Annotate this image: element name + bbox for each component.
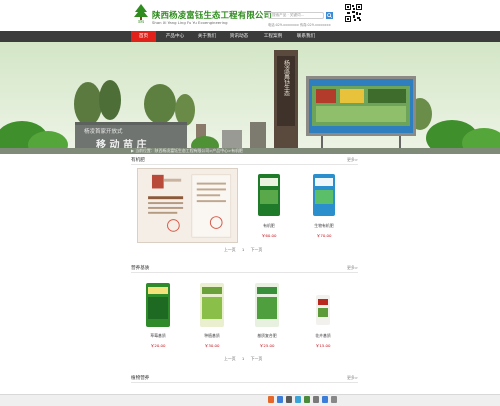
product-price: ￥30.00 (204, 343, 220, 348)
product-price: ￥20.00 (150, 343, 166, 348)
text-icon[interactable] (277, 396, 283, 403)
nav-item-products[interactable]: 产品中心 (160, 31, 190, 42)
section-head-nutrition: 植物营养 更多> (131, 375, 358, 385)
section-title-text: 有机肥 (131, 158, 145, 163)
skin-icon[interactable] (322, 396, 328, 403)
sign-text: 杨凌富钰生态 (283, 59, 290, 96)
main-nav: 首页 产品中心 关于我们 资讯动态 工程案例 联系我们 (0, 31, 500, 42)
search-input[interactable]: 搜索产品 · 关键词... (268, 12, 324, 19)
section-title: 有机肥 (131, 157, 145, 163)
qr-code-icon (345, 4, 362, 22)
prev-page-link[interactable]: 上一页 (224, 356, 236, 361)
section-title-text: 植物营养 (131, 376, 150, 381)
product-bag-image[interactable] (304, 170, 344, 218)
nav-item-home[interactable]: 首页 (131, 31, 156, 42)
next-page-link[interactable]: 下一页 (251, 356, 263, 361)
section-title: 植物营养 (131, 375, 149, 381)
product-price: ￥25.00 (259, 343, 275, 348)
product-name[interactable]: 草莓基质 (138, 333, 178, 339)
product-bag-image[interactable] (192, 281, 232, 329)
nav-item-about[interactable]: 关于我们 (194, 31, 220, 42)
breadcrumb: ▶ 当前位置：陕西杨凌富钰生态工程有限公司>产品中心>有机肥 (131, 148, 243, 153)
section-divider (131, 272, 358, 273)
contact-phone: 电话:029-xxxxxxxx 传真:029-xxxxxxxx (268, 23, 331, 27)
pagination: 上一页 1 下一页 (224, 356, 267, 362)
section-head-organic: 有机肥 更多> (131, 157, 358, 167)
sogou-s-icon[interactable] (268, 396, 274, 403)
moon-icon[interactable] (286, 396, 292, 403)
page-number-link[interactable]: 1 (242, 247, 244, 252)
more-link[interactable]: 更多> (347, 375, 358, 381)
mic-icon[interactable] (295, 396, 301, 403)
settings-icon[interactable] (331, 396, 337, 403)
product-bag-image[interactable] (247, 281, 287, 329)
search-icon[interactable] (326, 12, 333, 19)
product-price: ￥15.00 (315, 343, 331, 348)
menu-icon[interactable] (313, 396, 319, 403)
section-head-substrate: 营养基质 更多> (131, 265, 358, 275)
product-price: ￥60.00 (261, 233, 277, 238)
section-divider (131, 164, 358, 165)
nav-item-cases[interactable]: 工程案例 (260, 31, 286, 42)
nav-item-contact[interactable]: 联系我们 (293, 31, 319, 42)
more-link[interactable]: 更多> (347, 265, 358, 271)
section-divider (131, 382, 358, 383)
nav-item-news[interactable]: 资讯动态 (226, 31, 252, 42)
next-page-link[interactable]: 下一页 (251, 247, 263, 252)
product-price: ￥70.00 (316, 233, 332, 238)
section-title: 营养基质 (131, 265, 149, 271)
product-name[interactable]: 生物有机肥 (304, 223, 344, 229)
product-name[interactable]: 种植基质 (192, 333, 232, 339)
product-name[interactable]: 有机肥 (249, 223, 289, 229)
logo-text: 富钰 (138, 19, 144, 23)
site-header: 富钰 陕西杨凌富钰生态工程有限公司 Shan Xi Yang Ling Fu Y… (0, 0, 500, 31)
tree-logo-icon[interactable]: 富钰 (131, 4, 151, 23)
keyboard-icon[interactable] (304, 396, 310, 403)
page-number-link[interactable]: 1 (242, 356, 244, 361)
prev-page-link[interactable]: 上一页 (224, 247, 236, 252)
product-name[interactable]: 基质复合肥 (247, 333, 287, 339)
pagination: 上一页 1 下一页 (224, 247, 267, 253)
wall-text-top: 杨凌首家开放式 (84, 127, 123, 135)
certificate-image[interactable] (137, 168, 238, 243)
page: 富钰 陕西杨凌富钰生态工程有限公司 Shan Xi Yang Ling Fu Y… (0, 0, 500, 406)
more-link[interactable]: 更多> (347, 157, 358, 163)
company-name-en: Shan Xi Yang Ling Fu Yu Ecoengineering (152, 20, 228, 25)
hero-banner: 杨凌首家开放式 移 动 苗 庄 杨凌富钰生态 (0, 42, 500, 154)
product-name[interactable]: 花卉基质 (303, 333, 343, 339)
product-bag-image[interactable] (249, 170, 289, 218)
product-bag-image[interactable] (138, 281, 178, 329)
section-title-text: 营养基质 (131, 266, 150, 271)
bottom-toolbar (0, 394, 500, 406)
product-bag-image[interactable] (303, 281, 343, 329)
banner-photo: 杨凌首家开放式 移 动 苗 庄 杨凌富钰生态 (0, 42, 500, 154)
